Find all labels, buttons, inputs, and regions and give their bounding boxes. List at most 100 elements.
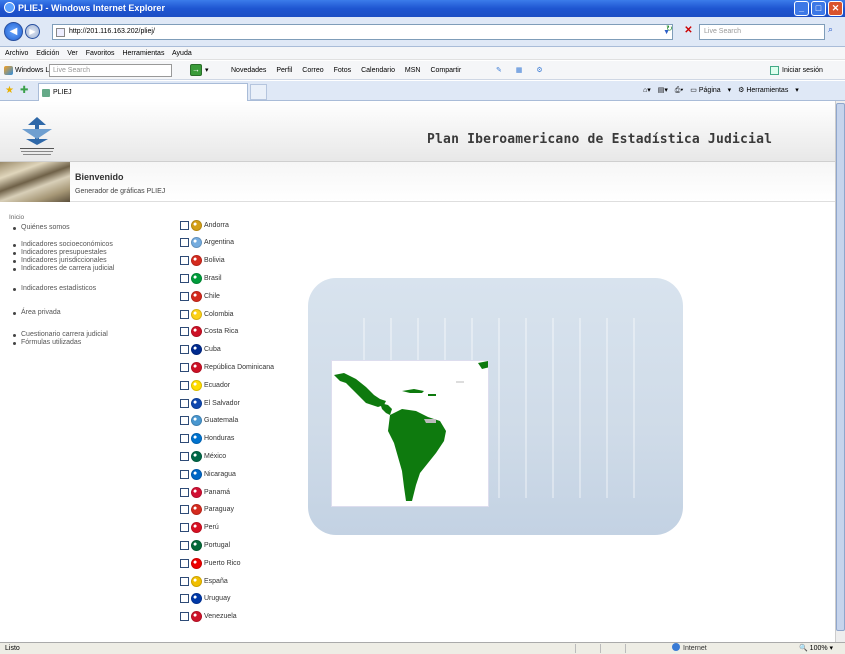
home-icon[interactable]: ⌂▾ bbox=[643, 87, 651, 94]
country-row[interactable]: Uruguay bbox=[180, 591, 230, 607]
link-perfil[interactable]: Perfil bbox=[276, 67, 292, 74]
menu-ayuda[interactable]: Ayuda bbox=[172, 50, 192, 57]
menu-edicion[interactable]: Edición bbox=[36, 50, 59, 57]
tools-menu[interactable]: ⚙ Herramientas ▾ bbox=[738, 87, 799, 94]
country-checkbox[interactable] bbox=[180, 291, 189, 301]
country-checkbox[interactable] bbox=[180, 540, 189, 550]
country-checkbox[interactable] bbox=[180, 256, 189, 266]
country-checkbox[interactable] bbox=[180, 220, 189, 230]
country-checkbox[interactable] bbox=[180, 416, 189, 426]
menu-archivo[interactable]: Archivo bbox=[5, 50, 28, 57]
country-checkbox[interactable] bbox=[180, 469, 189, 479]
country-checkbox[interactable] bbox=[180, 594, 189, 604]
toolbar-tools-icon[interactable]: ✎ ▦ ⚙ bbox=[496, 61, 549, 80]
vertical-scrollbar[interactable] bbox=[835, 101, 845, 642]
country-checkbox[interactable] bbox=[180, 523, 189, 533]
country-checkbox[interactable] bbox=[180, 309, 189, 319]
page-icon bbox=[56, 28, 65, 37]
search-input[interactable]: Live Search bbox=[699, 24, 825, 40]
country-checkbox[interactable] bbox=[180, 273, 189, 283]
zoom-level[interactable]: 🔍 100% ▾ bbox=[799, 643, 833, 654]
country-checkbox[interactable] bbox=[180, 345, 189, 355]
link-msn[interactable]: MSN bbox=[405, 67, 421, 74]
link-calendario[interactable]: Calendario bbox=[361, 67, 395, 74]
back-button[interactable]: ◀ bbox=[4, 22, 23, 41]
nav-area-privada[interactable]: Área privada bbox=[9, 309, 61, 317]
signin-link[interactable]: Iniciar sesión bbox=[782, 61, 823, 80]
live-search-go-button[interactable]: → bbox=[190, 64, 202, 76]
country-checkbox[interactable] bbox=[180, 451, 189, 461]
menu-herramientas[interactable]: Herramientas bbox=[122, 50, 164, 57]
country-row[interactable]: Nicaragua bbox=[180, 466, 236, 482]
nav-quienes-somos[interactable]: Quiénes somos bbox=[9, 224, 70, 232]
address-input[interactable]: http://201.116.163.202/pliej/ ▼ bbox=[52, 24, 673, 40]
latin-america-map[interactable] bbox=[331, 360, 489, 507]
nav-indicadores-jurisdiccionales[interactable]: Indicadores jurisdiccionales bbox=[9, 257, 114, 265]
link-fotos[interactable]: Fotos bbox=[334, 67, 352, 74]
country-checkbox[interactable] bbox=[180, 576, 189, 586]
feeds-icon[interactable]: ▤▾ bbox=[658, 87, 668, 94]
refresh-icon[interactable]: ↻ bbox=[666, 24, 673, 33]
minimize-button[interactable]: _ bbox=[794, 1, 809, 16]
country-row[interactable]: Brasil bbox=[180, 270, 222, 286]
country-row[interactable]: España bbox=[180, 573, 228, 589]
stop-icon[interactable]: ✕ bbox=[682, 24, 695, 37]
browser-window: PLIEJ - Windows Internet Explorer _ □ ✕ … bbox=[0, 0, 845, 654]
country-row[interactable]: Panamá bbox=[180, 484, 230, 500]
scrollbar-thumb[interactable] bbox=[836, 103, 845, 631]
country-row[interactable]: Chile bbox=[180, 288, 220, 304]
country-row[interactable]: Honduras bbox=[180, 431, 234, 447]
nav-indicadores-socioeconomicos[interactable]: Indicadores socioeconómicos bbox=[9, 241, 114, 249]
nav-indicadores-estadisticos[interactable]: Indicadores estadísticos bbox=[9, 285, 96, 293]
country-row[interactable]: Perú bbox=[180, 520, 219, 536]
country-row[interactable]: Portugal bbox=[180, 537, 230, 553]
country-row[interactable]: El Salvador bbox=[180, 395, 240, 411]
country-row[interactable]: México bbox=[180, 448, 226, 464]
country-row[interactable]: Colombia bbox=[180, 306, 234, 322]
favorites-star-icon[interactable]: ★ bbox=[5, 81, 14, 101]
country-row[interactable]: Argentina bbox=[180, 235, 234, 251]
nav-indicadores-carrera-judicial[interactable]: Indicadores de carrera judicial bbox=[9, 265, 114, 273]
live-search-input[interactable]: Live Search bbox=[49, 64, 172, 77]
browser-tab[interactable]: PLIEJ bbox=[38, 83, 248, 101]
country-row[interactable]: Ecuador bbox=[180, 377, 230, 393]
security-zone[interactable]: Internet bbox=[672, 643, 707, 654]
country-checkbox[interactable] bbox=[180, 558, 189, 568]
country-checkbox[interactable] bbox=[180, 362, 189, 372]
country-row[interactable]: Guatemala bbox=[180, 413, 238, 429]
country-row[interactable]: Venezuela bbox=[180, 609, 237, 625]
country-checkbox[interactable] bbox=[180, 434, 189, 444]
link-compartir[interactable]: Compartir bbox=[430, 67, 461, 74]
country-checkbox[interactable] bbox=[180, 487, 189, 497]
country-checkbox[interactable] bbox=[180, 380, 189, 390]
country-row[interactable]: Costa Rica bbox=[180, 324, 238, 340]
chevron-down-icon[interactable]: ▾ bbox=[205, 61, 209, 80]
country-checkbox[interactable] bbox=[180, 612, 189, 622]
new-tab-button[interactable] bbox=[250, 84, 267, 100]
nav-formulas-utilizadas[interactable]: Fórmulas utilizadas bbox=[9, 339, 108, 347]
nav-indicadores-presupuestales[interactable]: Indicadores presupuestales bbox=[9, 249, 114, 257]
nav-cuestionario-carrera-judicial[interactable]: Cuestionario carrera judicial bbox=[9, 331, 108, 339]
page-menu[interactable]: ▭ Página ▾ bbox=[690, 87, 731, 94]
menu-ver[interactable]: Ver bbox=[67, 50, 78, 57]
breadcrumb[interactable]: Inicio bbox=[9, 214, 24, 221]
link-novedades[interactable]: Novedades bbox=[231, 67, 266, 74]
country-row[interactable]: Cuba bbox=[180, 342, 221, 358]
search-icon[interactable]: ⌕ bbox=[828, 24, 833, 35]
add-favorites-icon[interactable]: ✚ bbox=[20, 81, 28, 101]
country-checkbox[interactable] bbox=[180, 505, 189, 515]
close-button[interactable]: ✕ bbox=[828, 1, 843, 16]
country-checkbox[interactable] bbox=[180, 398, 189, 408]
country-checkbox[interactable] bbox=[180, 327, 189, 337]
country-row[interactable]: República Dominicana bbox=[180, 359, 274, 375]
country-checkbox[interactable] bbox=[180, 238, 189, 248]
country-row[interactable]: Puerto Rico bbox=[180, 555, 241, 571]
forward-button[interactable]: ▶ bbox=[25, 24, 40, 39]
country-row[interactable]: Bolivia bbox=[180, 253, 225, 269]
menu-favoritos[interactable]: Favoritos bbox=[86, 50, 115, 57]
link-correo[interactable]: Correo bbox=[302, 67, 323, 74]
country-row[interactable]: Paraguay bbox=[180, 502, 234, 518]
country-row[interactable]: Andorra bbox=[180, 217, 229, 233]
print-icon[interactable]: ⎙▾ bbox=[675, 87, 684, 94]
maximize-button[interactable]: □ bbox=[811, 1, 826, 16]
